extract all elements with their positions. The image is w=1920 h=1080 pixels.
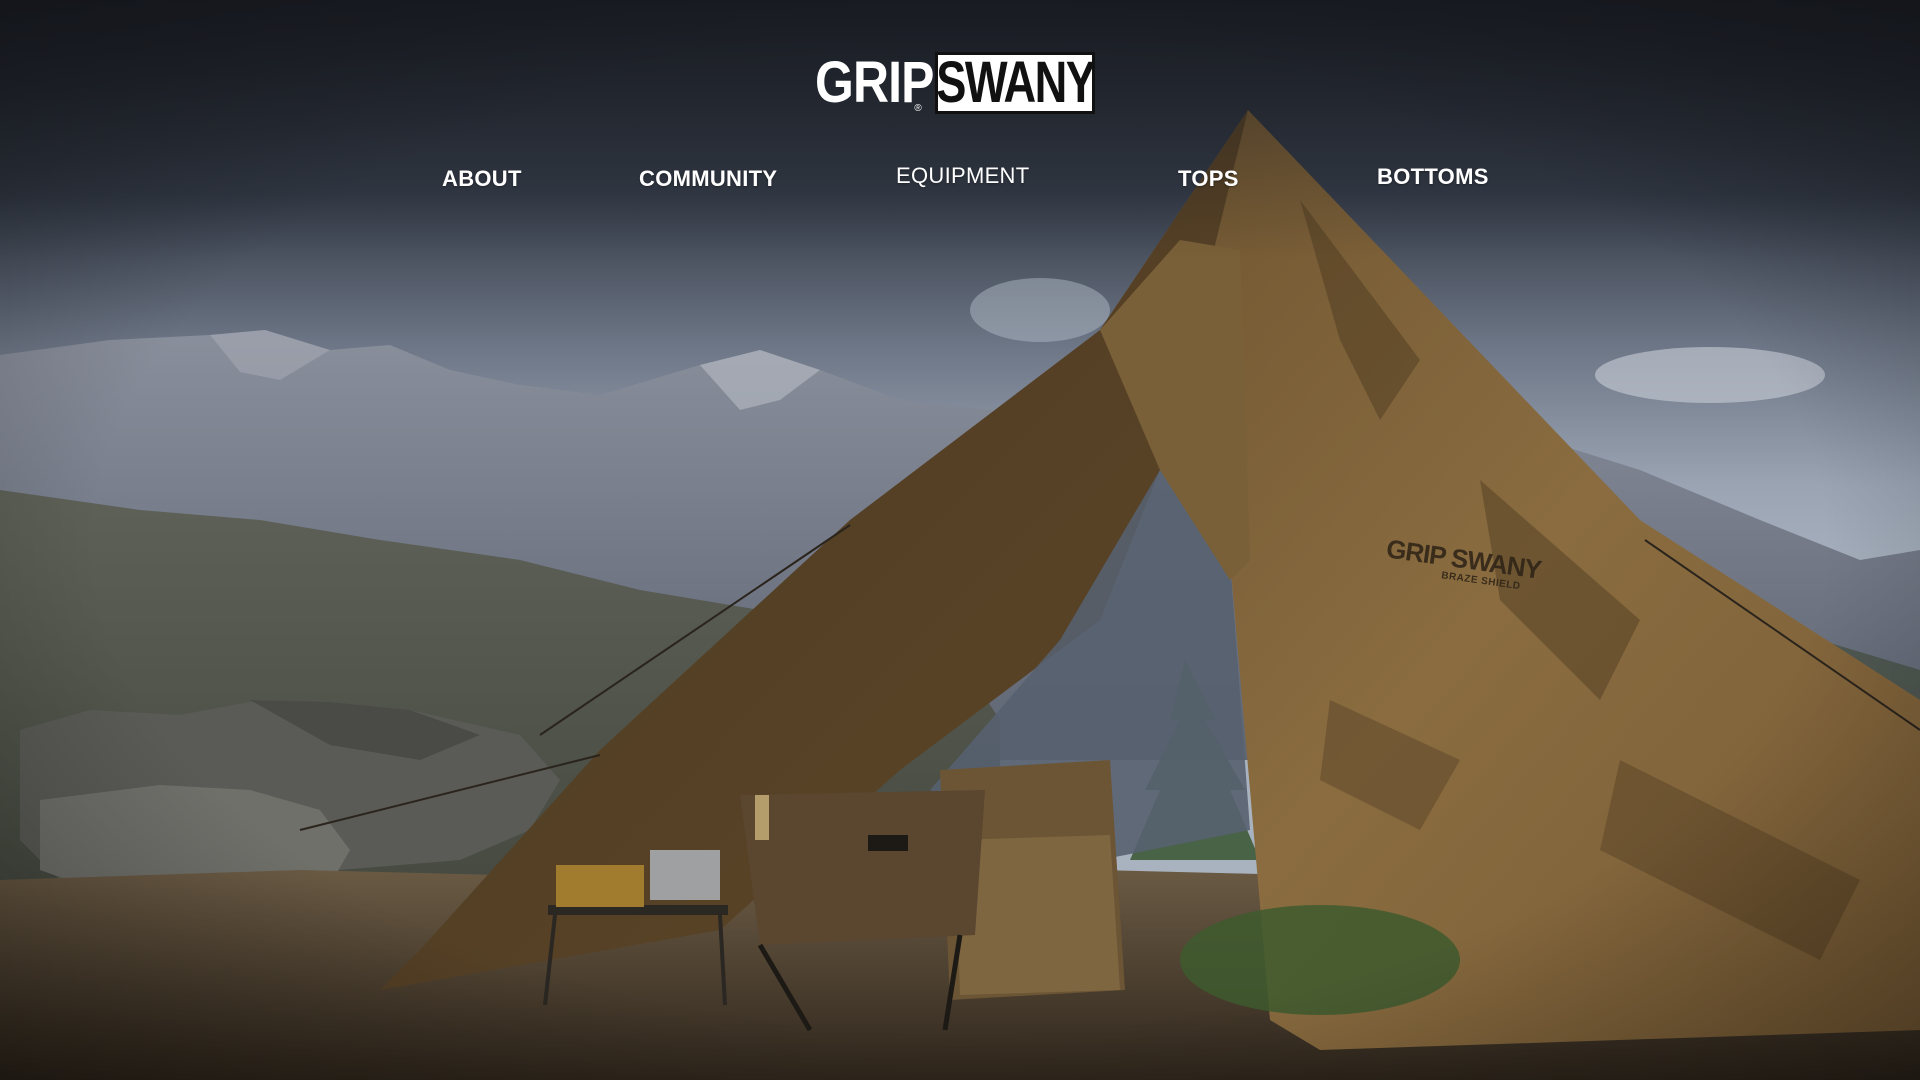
logo-swany-wordmark: SWANY	[935, 52, 1095, 114]
nav-item-about[interactable]: ABOUT	[442, 164, 522, 194]
nav-item-equipment[interactable]: EQUIPMENT	[896, 161, 1030, 191]
hero-section: GRIP SWANY BRAZE SHIELD GRIP ® SWANY ABO…	[0, 0, 1920, 1080]
nav-item-tops[interactable]: TOPS	[1178, 164, 1239, 194]
nav-item-bottoms[interactable]: BOTTOMS	[1377, 162, 1489, 192]
nav-item-community[interactable]: COMMUNITY	[639, 164, 777, 194]
brand-logo[interactable]: GRIP ® SWANY	[815, 50, 1095, 116]
main-nav: ABOUT COMMUNITY EQUIPMENT TOPS BOTTOMS	[0, 160, 1920, 200]
logo-grip-wordmark: GRIP ®	[815, 50, 934, 116]
logo-registered-mark: ®	[913, 103, 921, 114]
logo-swany-text: SWANY	[935, 52, 1095, 114]
